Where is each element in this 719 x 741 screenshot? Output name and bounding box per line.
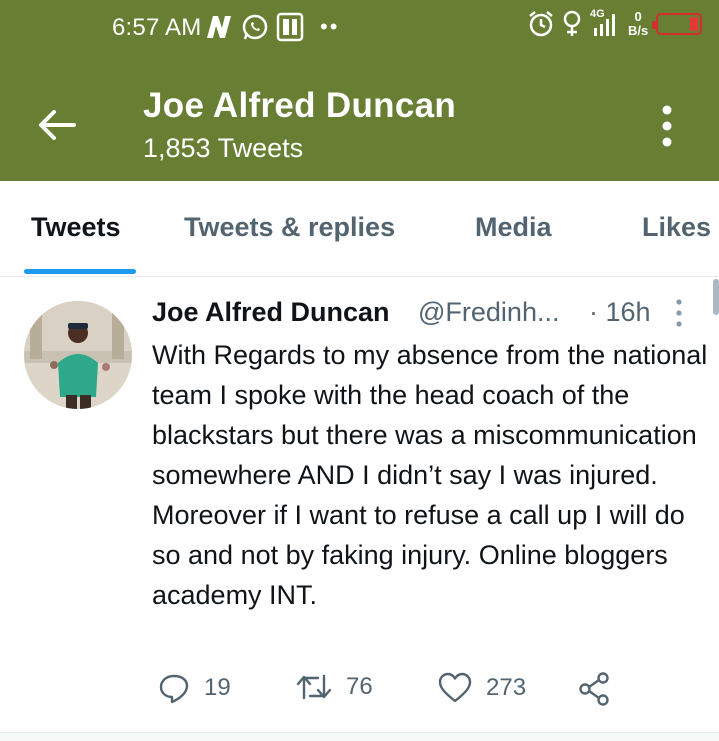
back-arrow-icon[interactable] bbox=[36, 104, 78, 146]
retweet-count: 76 bbox=[346, 673, 373, 700]
net-speed-unit: B/s bbox=[628, 23, 649, 38]
overflow-menu-icon[interactable] bbox=[650, 104, 684, 148]
whatsapp-icon bbox=[242, 14, 268, 40]
tab-media[interactable]: Media bbox=[475, 212, 552, 243]
tweet-timestamp[interactable]: · 16h bbox=[589, 297, 651, 328]
avatar[interactable] bbox=[24, 301, 132, 409]
net-speed: 0 B/s bbox=[628, 10, 648, 38]
tab-tweets-replies[interactable]: Tweets & replies bbox=[184, 212, 395, 243]
notification-icons: •• bbox=[204, 12, 339, 42]
share-icon bbox=[579, 672, 609, 706]
n-app-icon bbox=[207, 16, 231, 38]
tab-tweets[interactable]: Tweets bbox=[31, 212, 121, 243]
like-button[interactable]: 273 bbox=[438, 672, 526, 704]
tweet-item[interactable]: Joe Alfred Duncan @Fredinh... · 16h With… bbox=[0, 277, 719, 732]
tweet-options-icon[interactable] bbox=[670, 298, 688, 328]
reader-app-icon bbox=[276, 12, 304, 42]
scrollbar-thumb[interactable] bbox=[713, 279, 719, 315]
net-speed-value: 0 bbox=[634, 9, 642, 24]
tweet-author-handle[interactable]: @Fredinh... bbox=[418, 297, 559, 328]
battery-level bbox=[690, 17, 699, 31]
heart-icon bbox=[438, 672, 472, 703]
reply-icon bbox=[159, 674, 189, 704]
app-header: 6:57 AM •• 4G 0 B/s Joe Alfred Duncan 1,… bbox=[0, 0, 719, 181]
tweet-author-name[interactable]: Joe Alfred Duncan bbox=[152, 297, 390, 328]
more-notifications-icon: •• bbox=[320, 14, 340, 39]
tweet-header: Joe Alfred Duncan @Fredinh... · 16h bbox=[152, 297, 692, 333]
battery-icon bbox=[652, 13, 703, 35]
location-icon bbox=[563, 10, 581, 36]
alarm-icon bbox=[529, 11, 553, 37]
signal-icon: 4G bbox=[590, 8, 620, 38]
reply-count: 19 bbox=[204, 674, 231, 701]
feed-divider bbox=[0, 732, 719, 741]
reply-button[interactable]: 19 bbox=[158, 672, 231, 704]
tweet-body-text: With Regards to my absence from the nati… bbox=[152, 340, 708, 610]
retweet-icon bbox=[296, 674, 332, 700]
tweet-count: 1,853 Tweets bbox=[143, 133, 304, 163]
status-time: 6:57 AM bbox=[112, 14, 202, 41]
system-icons: 4G 0 B/s bbox=[528, 8, 703, 38]
active-tab-indicator bbox=[24, 269, 136, 274]
share-button[interactable] bbox=[578, 672, 610, 706]
status-bar: 6:57 AM •• 4G 0 B/s bbox=[0, 0, 719, 60]
tab-likes[interactable]: Likes bbox=[642, 212, 711, 243]
retweet-button[interactable]: 76 bbox=[296, 672, 373, 702]
like-count: 273 bbox=[486, 674, 527, 701]
profile-name-title: Joe Alfred Duncan bbox=[143, 86, 457, 125]
tweet-actions: 19 76 273 bbox=[152, 672, 622, 712]
profile-tabs: Tweets Tweets & replies Media Likes bbox=[0, 181, 719, 277]
